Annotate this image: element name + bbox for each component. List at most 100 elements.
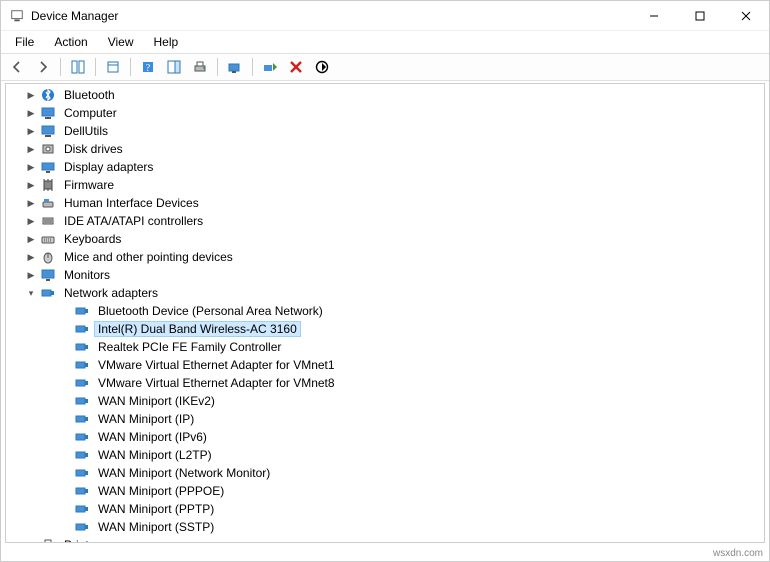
chevron-right-icon[interactable]: ▶ bbox=[24, 160, 38, 174]
device-vmnet1[interactable]: ▶ VMware Virtual Ethernet Adapter for VM… bbox=[6, 356, 764, 374]
network-adapter-icon bbox=[74, 447, 90, 463]
ide-icon bbox=[40, 213, 56, 229]
device-label: WAN Miniport (IPv6) bbox=[94, 429, 211, 445]
toolbar-separator bbox=[95, 58, 96, 76]
chevron-right-icon[interactable]: ▶ bbox=[24, 196, 38, 210]
toolbar-separator bbox=[130, 58, 131, 76]
device-wan-l2tp[interactable]: ▶ WAN Miniport (L2TP) bbox=[6, 446, 764, 464]
update-driver-button[interactable] bbox=[258, 56, 282, 78]
category-mice[interactable]: ▶ Mice and other pointing devices bbox=[6, 248, 764, 266]
watermark: wsxdn.com bbox=[713, 548, 763, 559]
svg-text:?: ? bbox=[146, 63, 151, 74]
chevron-right-icon[interactable]: ▶ bbox=[24, 106, 38, 120]
back-button[interactable] bbox=[5, 56, 29, 78]
device-label: WAN Miniport (PPPOE) bbox=[94, 483, 228, 499]
device-realtek[interactable]: ▶ Realtek PCIe FE Family Controller bbox=[6, 338, 764, 356]
properties-button[interactable] bbox=[101, 56, 125, 78]
device-wan-ip[interactable]: ▶ WAN Miniport (IP) bbox=[6, 410, 764, 428]
device-tree-panel[interactable]: ▶ Bluetooth ▶ Computer ▶ DellUtils ▶ Dis… bbox=[5, 83, 765, 543]
disable-device-button[interactable] bbox=[310, 56, 334, 78]
device-label: VMware Virtual Ethernet Adapter for VMne… bbox=[94, 375, 339, 391]
close-button[interactable] bbox=[723, 1, 769, 30]
category-label: Network adapters bbox=[60, 285, 162, 301]
window-title: Device Manager bbox=[31, 9, 118, 23]
category-display[interactable]: ▶ Display adapters bbox=[6, 158, 764, 176]
device-wan-monitor[interactable]: ▶ WAN Miniport (Network Monitor) bbox=[6, 464, 764, 482]
device-wan-pppoe[interactable]: ▶ WAN Miniport (PPPOE) bbox=[6, 482, 764, 500]
window-controls bbox=[631, 1, 769, 30]
chevron-right-icon[interactable]: ▶ bbox=[24, 178, 38, 192]
device-label: Realtek PCIe FE Family Controller bbox=[94, 339, 285, 355]
menu-file[interactable]: File bbox=[7, 33, 42, 51]
bluetooth-icon bbox=[40, 87, 56, 103]
network-adapter-icon bbox=[74, 393, 90, 409]
forward-button[interactable] bbox=[31, 56, 55, 78]
category-hid[interactable]: ▶ Human Interface Devices bbox=[6, 194, 764, 212]
disk-icon bbox=[40, 141, 56, 157]
category-label: Display adapters bbox=[60, 159, 157, 175]
maximize-button[interactable] bbox=[677, 1, 723, 30]
category-keyboards[interactable]: ▶ Keyboards bbox=[6, 230, 764, 248]
device-wan-pptp[interactable]: ▶ WAN Miniport (PPTP) bbox=[6, 500, 764, 518]
category-ide[interactable]: ▶ IDE ATA/ATAPI controllers bbox=[6, 212, 764, 230]
toolbar: ? bbox=[1, 53, 769, 81]
show-hide-tree-button[interactable] bbox=[66, 56, 90, 78]
device-label: WAN Miniport (IKEv2) bbox=[94, 393, 219, 409]
device-label: WAN Miniport (PPTP) bbox=[94, 501, 218, 517]
toolbar-separator bbox=[217, 58, 218, 76]
computer-icon bbox=[40, 105, 56, 121]
chevron-right-icon[interactable]: ▶ bbox=[24, 538, 38, 543]
device-tree: ▶ Bluetooth ▶ Computer ▶ DellUtils ▶ Dis… bbox=[6, 84, 764, 543]
device-wan-ipv6[interactable]: ▶ WAN Miniport (IPv6) bbox=[6, 428, 764, 446]
device-label: WAN Miniport (IP) bbox=[94, 411, 198, 427]
chevron-right-icon[interactable]: ▶ bbox=[24, 268, 38, 282]
category-label: Print queues bbox=[60, 537, 135, 543]
uninstall-device-button[interactable] bbox=[284, 56, 308, 78]
device-label: Intel(R) Dual Band Wireless-AC 3160 bbox=[94, 321, 301, 337]
device-label: WAN Miniport (SSTP) bbox=[94, 519, 218, 535]
device-label: WAN Miniport (L2TP) bbox=[94, 447, 216, 463]
device-bluetooth-pan[interactable]: ▶ Bluetooth Device (Personal Area Networ… bbox=[6, 302, 764, 320]
display-adapter-icon bbox=[40, 159, 56, 175]
device-label: VMware Virtual Ethernet Adapter for VMne… bbox=[94, 357, 339, 373]
scan-hardware-button[interactable] bbox=[223, 56, 247, 78]
network-adapter-icon bbox=[74, 321, 90, 337]
keyboard-icon bbox=[40, 231, 56, 247]
device-wan-sstp[interactable]: ▶ WAN Miniport (SSTP) bbox=[6, 518, 764, 536]
menu-view[interactable]: View bbox=[100, 33, 142, 51]
network-adapter-icon bbox=[74, 429, 90, 445]
chevron-right-icon[interactable]: ▶ bbox=[24, 250, 38, 264]
category-network-adapters[interactable]: ▾ Network adapters bbox=[6, 284, 764, 302]
category-printqueues[interactable]: ▶ Print queues bbox=[6, 536, 764, 543]
chevron-right-icon[interactable]: ▶ bbox=[24, 124, 38, 138]
chevron-right-icon[interactable]: ▶ bbox=[24, 232, 38, 246]
hid-icon bbox=[40, 195, 56, 211]
menu-action[interactable]: Action bbox=[46, 33, 95, 51]
help-button[interactable]: ? bbox=[136, 56, 160, 78]
chevron-right-icon[interactable]: ▶ bbox=[24, 88, 38, 102]
category-diskdrives[interactable]: ▶ Disk drives bbox=[6, 140, 764, 158]
category-bluetooth[interactable]: ▶ Bluetooth bbox=[6, 86, 764, 104]
category-label: Bluetooth bbox=[60, 87, 119, 103]
toolbar-separator bbox=[252, 58, 253, 76]
category-computer[interactable]: ▶ Computer bbox=[6, 104, 764, 122]
network-adapter-icon bbox=[74, 483, 90, 499]
category-firmware[interactable]: ▶ Firmware bbox=[6, 176, 764, 194]
chevron-right-icon[interactable]: ▶ bbox=[24, 214, 38, 228]
device-vmnet8[interactable]: ▶ VMware Virtual Ethernet Adapter for VM… bbox=[6, 374, 764, 392]
chevron-down-icon[interactable]: ▾ bbox=[24, 286, 38, 300]
category-dellutils[interactable]: ▶ DellUtils bbox=[6, 122, 764, 140]
print-button[interactable] bbox=[188, 56, 212, 78]
network-adapter-icon bbox=[74, 339, 90, 355]
device-intel-wireless[interactable]: ▶ Intel(R) Dual Band Wireless-AC 3160 bbox=[6, 320, 764, 338]
chevron-right-icon[interactable]: ▶ bbox=[24, 142, 38, 156]
network-adapter-icon bbox=[74, 375, 90, 391]
device-label: Bluetooth Device (Personal Area Network) bbox=[94, 303, 327, 319]
minimize-button[interactable] bbox=[631, 1, 677, 30]
device-wan-ikev2[interactable]: ▶ WAN Miniport (IKEv2) bbox=[6, 392, 764, 410]
category-label: IDE ATA/ATAPI controllers bbox=[60, 213, 207, 229]
category-label: Disk drives bbox=[60, 141, 127, 157]
menu-help[interactable]: Help bbox=[146, 33, 187, 51]
category-monitors[interactable]: ▶ Monitors bbox=[6, 266, 764, 284]
action-pane-button[interactable] bbox=[162, 56, 186, 78]
